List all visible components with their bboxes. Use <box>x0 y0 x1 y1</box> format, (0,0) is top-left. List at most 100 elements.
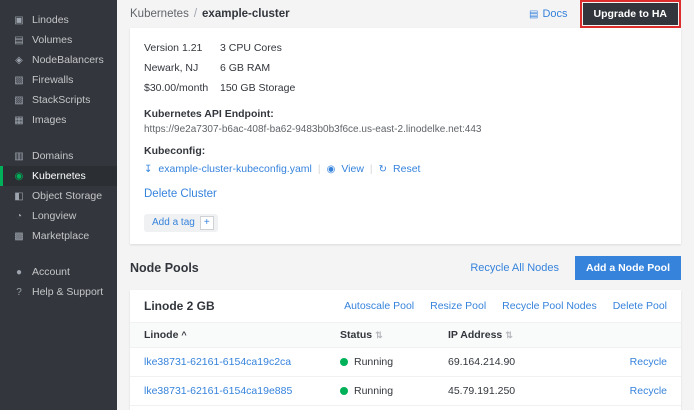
images-icon: ▦ <box>13 115 25 126</box>
sidebar-item-account[interactable]: ● Account <box>0 262 117 282</box>
sidebar-item-label: Domains <box>32 150 73 162</box>
object-storage-icon: ◧ <box>13 191 25 202</box>
api-endpoint-label: Kubernetes API Endpoint: <box>144 108 667 120</box>
node-pool-card: Linode 2 GB Autoscale Pool Resize Pool R… <box>130 290 681 410</box>
cluster-specs: Version 1.21 3 CPU Cores Newark, NJ 6 GB… <box>144 38 667 98</box>
plus-icon: + <box>200 216 214 230</box>
add-tag-label: Add a tag <box>152 217 195 228</box>
pool-nodes-table: Linode^ Status⇅ IP Address⇅ lke38731-621… <box>130 322 681 410</box>
spec-storage: 150 GB Storage <box>220 78 667 98</box>
recycle-node-link[interactable]: Recycle <box>630 356 667 368</box>
sidebar-item-label: Help & Support <box>32 286 103 298</box>
sidebar-item-label: Volumes <box>32 34 72 46</box>
page-header: Kubernetes / example-cluster ▤ Docs Upgr… <box>130 0 681 28</box>
docs-link[interactable]: ▤ Docs <box>529 8 568 20</box>
pool-card-header: Linode 2 GB Autoscale Pool Resize Pool R… <box>130 290 681 322</box>
upgrade-to-ha-button[interactable]: Upgrade to HA <box>583 3 679 25</box>
breadcrumb: Kubernetes / example-cluster <box>130 8 529 20</box>
column-actions <box>602 322 681 347</box>
sidebar-item-longview[interactable]: ◔ Longview <box>0 206 117 226</box>
pool-name: Linode 2 GB <box>144 299 344 313</box>
node-ip: 45.79.138.221 <box>434 405 602 410</box>
separator: | <box>318 163 321 175</box>
delete-pool-link[interactable]: Delete Pool <box>613 300 667 312</box>
separator: | <box>370 163 373 175</box>
eye-icon: ◉ <box>327 164 336 175</box>
kubeconfig-download-link[interactable]: example-cluster-kubeconfig.yaml <box>158 163 311 175</box>
column-status[interactable]: Status⇅ <box>326 322 434 347</box>
sidebar-item-help-support[interactable]: ? Help & Support <box>0 282 117 302</box>
pool-actions: Autoscale Pool Resize Pool Recycle Pool … <box>344 300 667 312</box>
column-ip-address[interactable]: IP Address⇅ <box>434 322 602 347</box>
node-link[interactable]: lke38731-62161-6154ca19e885 <box>144 385 292 397</box>
cluster-summary-card: Version 1.21 3 CPU Cores Newark, NJ 6 GB… <box>130 28 681 244</box>
docs-label: Docs <box>542 8 567 20</box>
spec-price: $30.00/month <box>144 78 220 98</box>
kubeconfig-reset-link[interactable]: Reset <box>393 163 420 175</box>
nodebalancers-icon: ◈ <box>13 55 25 66</box>
sidebar-item-label: Marketplace <box>32 230 89 242</box>
sidebar-item-domains[interactable]: ▥ Domains <box>0 146 117 166</box>
linode-cloud-manager: ▣ Linodes ▤ Volumes ◈ NodeBalancers ▧ Fi… <box>0 0 694 410</box>
table-row: lke38731-62161-6154ca1a1021 Running 45.7… <box>130 405 681 410</box>
node-ip: 45.79.191.250 <box>434 376 602 405</box>
sidebar-item-nodebalancers[interactable]: ◈ NodeBalancers <box>0 50 117 70</box>
sidebar-item-object-storage[interactable]: ◧ Object Storage <box>0 186 117 206</box>
kubeconfig-view-link[interactable]: View <box>341 163 364 175</box>
sidebar-item-linodes[interactable]: ▣ Linodes <box>0 10 117 30</box>
status-badge: Running <box>354 356 393 368</box>
recycle-node-link[interactable]: Recycle <box>630 385 667 397</box>
sidebar-item-label: Longview <box>32 210 76 222</box>
sort-icon: ⇅ <box>375 330 383 340</box>
docs-icon: ▤ <box>529 9 538 20</box>
sidebar-item-label: Linodes <box>32 14 69 26</box>
sort-asc-icon: ^ <box>181 330 186 340</box>
sidebar-group-divider <box>0 246 117 262</box>
node-pools-title: Node Pools <box>130 261 470 275</box>
sidebar-item-volumes[interactable]: ▤ Volumes <box>0 30 117 50</box>
domains-icon: ▥ <box>13 151 25 162</box>
linodes-icon: ▣ <box>13 15 25 26</box>
sidebar-item-stackscripts[interactable]: ▨ StackScripts <box>0 90 117 110</box>
breadcrumb-cluster-name: example-cluster <box>202 8 290 20</box>
column-linode[interactable]: Linode^ <box>130 322 326 347</box>
kubernetes-icon: ◉ <box>13 171 25 182</box>
api-endpoint-url: https://9e2a7307-b6ac-408f-ba62-9483b0b3… <box>144 124 667 135</box>
stackscripts-icon: ▨ <box>13 95 25 106</box>
sidebar-item-marketplace[interactable]: ▩ Marketplace <box>0 226 117 246</box>
sidebar-item-label: NodeBalancers <box>32 54 104 66</box>
sort-icon: ⇅ <box>505 330 513 340</box>
table-row: lke38731-62161-6154ca19c2ca Running 69.1… <box>130 347 681 376</box>
sidebar-item-label: Account <box>32 266 70 278</box>
upgrade-highlight-ring: Upgrade to HA <box>580 0 682 28</box>
node-link[interactable]: lke38731-62161-6154ca19c2ca <box>144 356 291 368</box>
sidebar-item-label: Images <box>32 114 66 126</box>
add-tag-button[interactable]: Add a tag + <box>144 214 218 232</box>
kubeconfig-label: Kubeconfig: <box>144 145 667 157</box>
breadcrumb-separator: / <box>194 8 197 20</box>
breadcrumb-kubernetes[interactable]: Kubernetes <box>130 8 189 20</box>
spec-ram: 6 GB RAM <box>220 58 667 78</box>
recycle-all-nodes-link[interactable]: Recycle All Nodes <box>470 262 559 274</box>
add-node-pool-button[interactable]: Add a Node Pool <box>575 256 681 280</box>
sidebar-item-label: Object Storage <box>32 190 102 202</box>
sidebar-item-label: Kubernetes <box>32 170 86 182</box>
spec-version: Version 1.21 <box>144 38 220 58</box>
status-running-icon <box>340 358 348 366</box>
download-icon: ↧ <box>144 164 152 175</box>
resize-pool-link[interactable]: Resize Pool <box>430 300 486 312</box>
autoscale-pool-link[interactable]: Autoscale Pool <box>344 300 414 312</box>
marketplace-icon: ▩ <box>13 231 25 242</box>
sidebar-item-images[interactable]: ▦ Images <box>0 110 117 130</box>
sidebar-item-kubernetes[interactable]: ◉ Kubernetes <box>0 166 117 186</box>
kubeconfig-actions: ↧ example-cluster-kubeconfig.yaml | ◉ Vi… <box>144 163 667 175</box>
sidebar-item-firewalls[interactable]: ▧ Firewalls <box>0 70 117 90</box>
help-icon: ? <box>13 287 25 298</box>
delete-cluster-link[interactable]: Delete Cluster <box>144 188 217 200</box>
status-running-icon <box>340 387 348 395</box>
recycle-pool-nodes-link[interactable]: Recycle Pool Nodes <box>502 300 597 312</box>
status-badge: Running <box>354 385 393 397</box>
node-pools-header: Node Pools Recycle All Nodes Add a Node … <box>130 256 681 280</box>
spec-region: Newark, NJ <box>144 58 220 78</box>
account-icon: ● <box>13 267 25 278</box>
